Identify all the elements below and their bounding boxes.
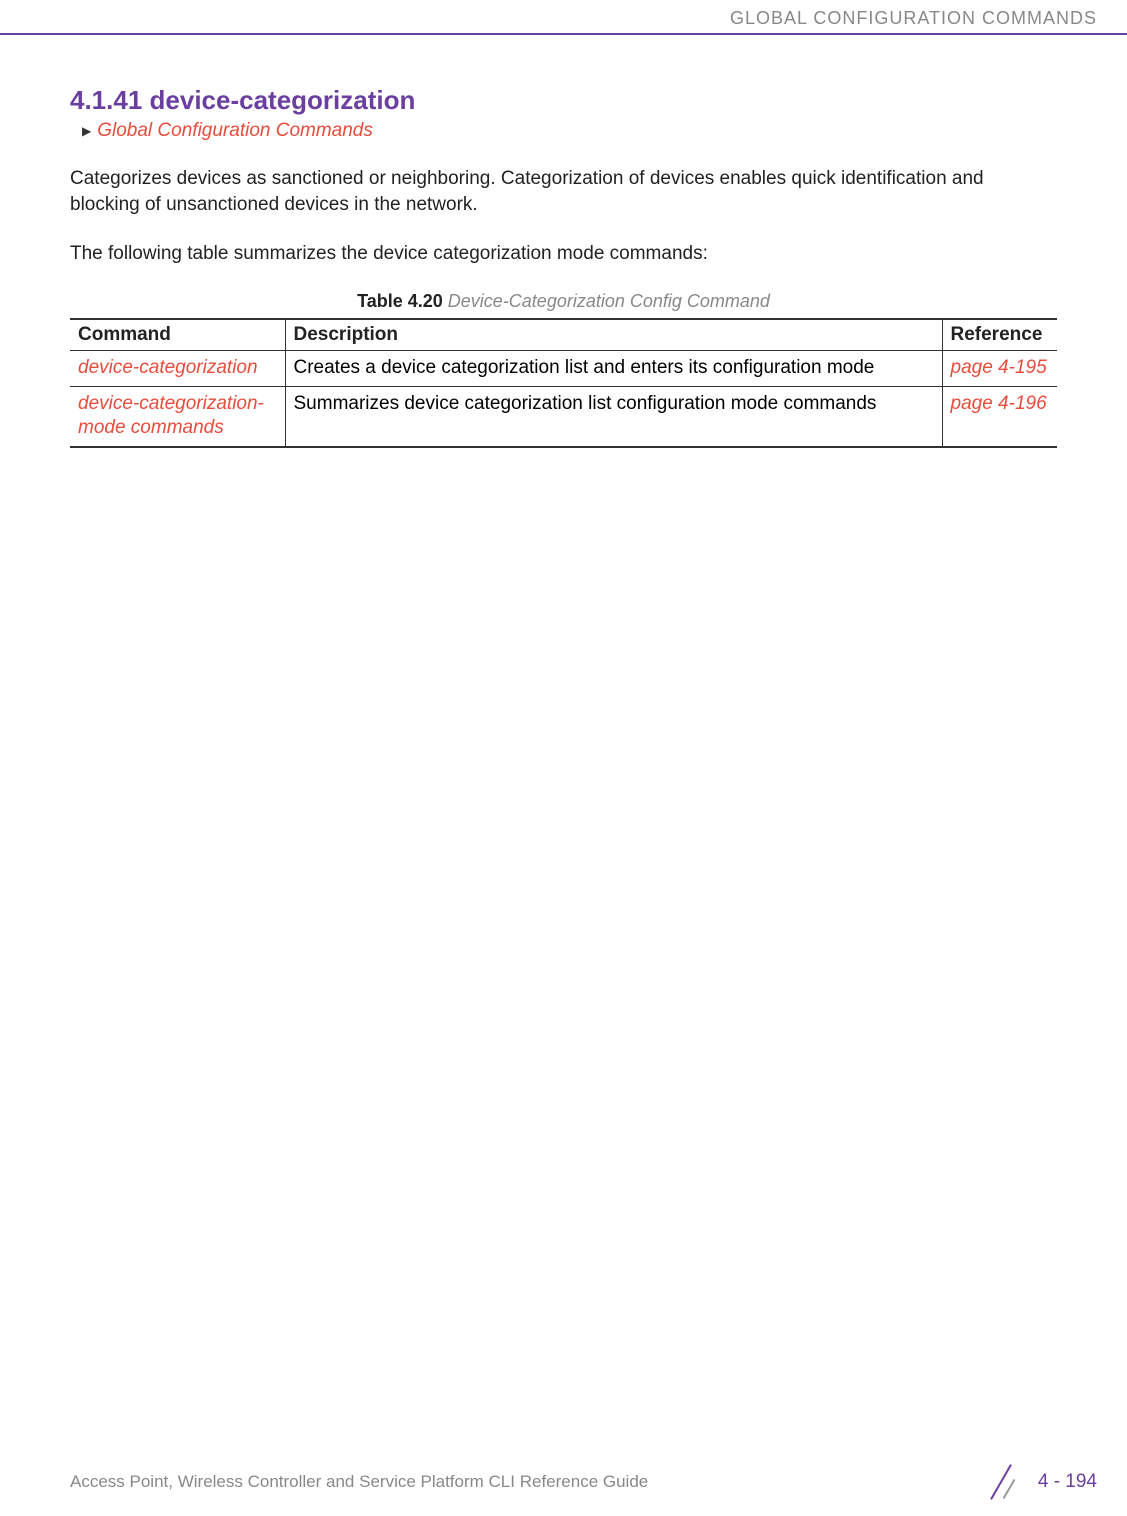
command-link[interactable]: device-categorization-mode commands <box>78 393 264 439</box>
table-header-row: Command Description Reference <box>70 319 1057 351</box>
header-text: GLOBAL CONFIGURATION COMMANDS <box>0 0 1127 33</box>
breadcrumb: ▶ Global Configuration Commands <box>82 120 1057 142</box>
footer-title: Access Point, Wireless Controller and Se… <box>70 1472 648 1492</box>
breadcrumb-link[interactable]: Global Configuration Commands <box>97 120 373 142</box>
intro-paragraph-2: The following table summarizes the devic… <box>70 241 1057 267</box>
section-title: 4.1.41 device-categorization <box>70 85 1057 116</box>
table-row: device-categorization-mode commands Summ… <box>70 386 1057 447</box>
header-command: Command <box>70 319 285 351</box>
cell-reference: page 4-195 <box>942 350 1057 386</box>
table-row: device-categorization Creates a device c… <box>70 350 1057 386</box>
intro-paragraph-1: Categorizes devices as sanctioned or nei… <box>70 166 1057 217</box>
table-title: Device-Categorization Config Command <box>443 291 770 311</box>
cell-command: device-categorization-mode commands <box>70 386 285 447</box>
main-content: 4.1.41 device-categorization ▶ Global Co… <box>0 85 1127 448</box>
header-description: Description <box>285 319 942 351</box>
reference-link[interactable]: page 4-195 <box>951 357 1047 378</box>
header-reference: Reference <box>942 319 1057 351</box>
command-link[interactable]: device-categorization <box>78 357 258 378</box>
slash-icon <box>986 1466 1018 1498</box>
cell-description: Creates a device categorization list and… <box>285 350 942 386</box>
table-caption: Table 4.20 Device-Categorization Config … <box>70 291 1057 312</box>
header-divider <box>0 33 1127 35</box>
cell-reference: page 4-196 <box>942 386 1057 447</box>
footer: Access Point, Wireless Controller and Se… <box>0 1466 1127 1498</box>
table-number: Table 4.20 <box>357 291 443 311</box>
page-number: 4 - 194 <box>1038 1471 1097 1493</box>
cell-command: device-categorization <box>70 350 285 386</box>
cell-description: Summarizes device categorization list co… <box>285 386 942 447</box>
reference-link[interactable]: page 4-196 <box>951 393 1047 414</box>
command-table: Command Description Reference device-cat… <box>70 318 1057 448</box>
footer-right: 4 - 194 <box>986 1466 1097 1498</box>
triangle-right-icon: ▶ <box>82 124 91 138</box>
